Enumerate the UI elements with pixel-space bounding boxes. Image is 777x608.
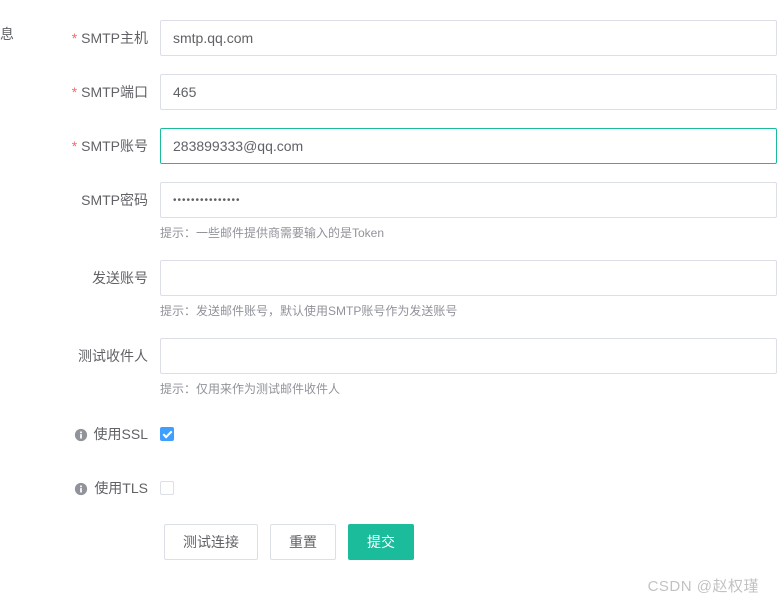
field-from-account: 发送账号 提示：发送邮件账号，默认使用SMTP账号作为发送账号 [0, 260, 777, 320]
test-connection-button[interactable]: 测试连接 [164, 524, 258, 560]
field-smtp-host: SMTP主机 [0, 20, 777, 56]
label-test-recipient: 测试收件人 [0, 338, 160, 374]
label-use-tls: 使用TLS [0, 470, 160, 506]
input-test-recipient[interactable] [160, 338, 777, 374]
field-smtp-password: SMTP密码 提示：一些邮件提供商需要输入的是Token [0, 182, 777, 242]
label-smtp-host: SMTP主机 [0, 20, 160, 56]
checkbox-use-ssl[interactable] [160, 427, 174, 441]
watermark: CSDN @赵权瑾 [648, 575, 759, 596]
submit-button[interactable]: 提交 [348, 524, 414, 560]
reset-button[interactable]: 重置 [270, 524, 336, 560]
hint-from-account: 提示：发送邮件账号，默认使用SMTP账号作为发送账号 [160, 302, 777, 320]
field-use-ssl: 使用SSL [0, 416, 777, 452]
button-row: 测试连接 重置 提交 [160, 524, 777, 560]
hint-test-recipient: 提示：仅用来作为测试邮件收件人 [160, 380, 777, 398]
field-smtp-port: SMTP端口 [0, 74, 777, 110]
label-from-account: 发送账号 [0, 260, 160, 296]
input-smtp-account[interactable] [160, 128, 777, 164]
field-smtp-account: SMTP账号 [0, 128, 777, 164]
input-smtp-port[interactable] [160, 74, 777, 110]
label-use-ssl-text: 使用SSL [94, 426, 148, 442]
label-smtp-port: SMTP端口 [0, 74, 160, 110]
field-use-tls: 使用TLS [0, 470, 777, 506]
checkbox-use-tls[interactable] [160, 481, 174, 495]
info-icon [74, 482, 88, 496]
input-smtp-password[interactable] [160, 182, 777, 218]
smtp-form: SMTP主机 SMTP端口 SMTP账号 SMTP密码 提示：一些邮件提供商需要… [0, 0, 777, 560]
label-smtp-password: SMTP密码 [0, 182, 160, 218]
label-use-tls-text: 使用TLS [94, 480, 148, 496]
hint-smtp-password: 提示：一些邮件提供商需要输入的是Token [160, 224, 777, 242]
input-smtp-host[interactable] [160, 20, 777, 56]
label-smtp-account: SMTP账号 [0, 128, 160, 164]
label-use-ssl: 使用SSL [0, 416, 160, 452]
field-test-recipient: 测试收件人 提示：仅用来作为测试邮件收件人 [0, 338, 777, 398]
info-icon [74, 428, 88, 442]
section-title-fragment: 息 [0, 24, 14, 44]
input-from-account[interactable] [160, 260, 777, 296]
